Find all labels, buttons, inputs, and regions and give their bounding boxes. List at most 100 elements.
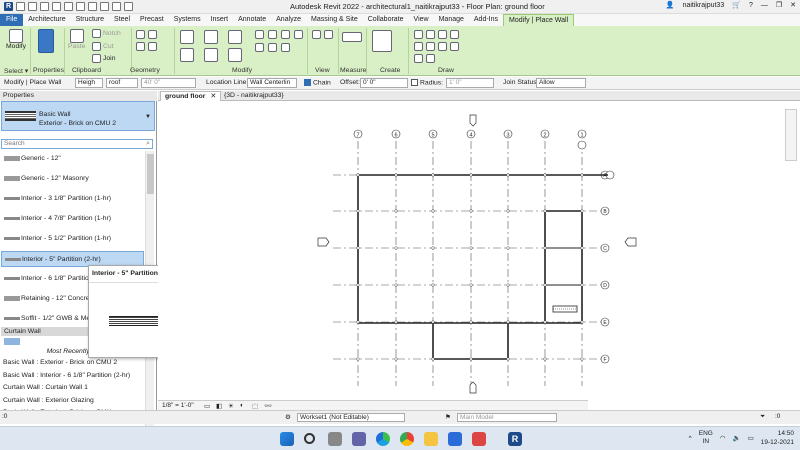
grid-intersection[interactable] [431, 209, 435, 213]
override-icon[interactable] [324, 30, 333, 39]
geometry-tool-icon[interactable] [136, 42, 145, 51]
chat-icon[interactable] [352, 432, 366, 446]
offset-icon[interactable] [204, 30, 218, 44]
grid-intersection[interactable] [469, 357, 473, 361]
grid-intersection[interactable] [431, 246, 435, 250]
redo-icon[interactable] [64, 2, 73, 11]
type-selector[interactable]: Basic Wall Exterior - Brick on CMU 2 ▼ [1, 101, 155, 131]
grid-intersection[interactable] [394, 209, 398, 213]
split-icon[interactable] [268, 30, 277, 39]
mru-item[interactable]: Basic Wall : Exterior - Brick on CMU 2 [3, 359, 117, 366]
drawing-canvas[interactable]: 7654321ABCDEF [158, 101, 800, 399]
type-list-item[interactable]: Generic - 12" Masonry [1, 171, 144, 187]
grid-intersection[interactable] [580, 209, 584, 213]
grid-intersection[interactable] [394, 246, 398, 250]
grid-label[interactable]: D [603, 283, 607, 289]
elevation-marker-north[interactable] [469, 114, 477, 127]
polygon-icon[interactable] [438, 30, 447, 39]
geometry-tool-icon[interactable] [148, 30, 157, 39]
chain-checkbox[interactable]: Chain [304, 79, 331, 86]
line-icon[interactable] [414, 30, 423, 39]
panel-select[interactable]: Select ▾ [4, 67, 28, 75]
radius-checkbox[interactable]: Radius: [411, 79, 443, 86]
ribbon-tab[interactable]: Annotate [233, 14, 271, 26]
cart-icon[interactable]: 🛒 [732, 1, 741, 9]
location-line-select[interactable]: Wall Centerlin [247, 78, 297, 88]
app-icon[interactable] [472, 432, 486, 446]
grid-intersection[interactable] [469, 320, 473, 324]
arc-icon[interactable] [426, 42, 435, 51]
grid-intersection[interactable] [431, 173, 435, 177]
ribbon-tab[interactable]: File [0, 14, 24, 26]
ribbon-tab[interactable]: Manage [434, 14, 469, 26]
ribbon-tab[interactable]: Precast [135, 14, 169, 26]
user-icon[interactable]: 👤 [666, 1, 675, 9]
join-button[interactable]: Join [92, 54, 115, 63]
wall[interactable] [432, 323, 509, 360]
sun-path-icon[interactable]: ☀ [228, 402, 234, 410]
elevation-marker-east[interactable] [624, 237, 637, 247]
grid-intersection[interactable] [469, 173, 473, 177]
grid-intersection[interactable] [356, 246, 360, 250]
grid-intersection[interactable] [394, 173, 398, 177]
grid-label[interactable]: C [603, 246, 607, 252]
grid-intersection[interactable] [431, 357, 435, 361]
grid-intersection[interactable] [469, 283, 473, 287]
maximize-icon[interactable]: ❐ [776, 1, 782, 9]
grid-intersection[interactable] [580, 246, 584, 250]
grid-intersection[interactable] [356, 283, 360, 287]
pin-icon[interactable] [255, 43, 264, 52]
file-explorer-icon[interactable] [424, 432, 438, 446]
grid-intersection[interactable] [580, 283, 584, 287]
type-list-item[interactable]: Generic - 12" [1, 151, 144, 167]
grid-intersection[interactable] [356, 173, 360, 177]
ribbon-tab[interactable]: Structure [71, 14, 109, 26]
join-status-select[interactable]: Allow [536, 78, 586, 88]
dropdown-arrow-icon[interactable]: ▼ [145, 114, 151, 120]
grid-intersection[interactable] [394, 320, 398, 324]
design-options-icon[interactable]: ⚑ [445, 413, 451, 421]
unpin-icon[interactable] [268, 43, 277, 52]
mru-item[interactable]: Basic Wall : Interior - 6 1/8" Partition… [3, 372, 130, 379]
user-name[interactable]: naitikrajput33 [683, 2, 725, 9]
ribbon-tab[interactable]: View [409, 14, 434, 26]
chrome-icon[interactable] [400, 432, 414, 446]
ribbon-tab[interactable]: Architecture [23, 14, 70, 26]
type-list-item[interactable]: Interior - 3 1/8" Partition (1-hr) [1, 191, 144, 207]
scroll-thumb[interactable] [147, 154, 154, 194]
radius-field[interactable]: 1' 0" [446, 78, 494, 88]
grid-label[interactable]: 1 [580, 133, 583, 139]
volume-icon[interactable]: 🔈 [733, 434, 741, 442]
paste-button[interactable]: Paste [68, 29, 85, 50]
delete-icon[interactable] [281, 43, 290, 52]
grid-label[interactable]: 3 [506, 133, 509, 139]
type-list-item[interactable]: Interior - 4 7/8" Partition (1-hr) [1, 211, 144, 227]
height-level-select[interactable]: roof [106, 78, 138, 88]
ribbon-tab[interactable]: Modify | Place Wall [503, 14, 575, 26]
ribbon-tab[interactable]: Analyze [271, 14, 306, 26]
grid-label[interactable]: 5 [431, 133, 434, 139]
grid-intersection[interactable] [431, 320, 435, 324]
array-icon[interactable] [281, 30, 290, 39]
measure-icon[interactable] [342, 32, 362, 42]
ribbon-tab[interactable]: Add-Ins [469, 14, 503, 26]
grid-intersection[interactable] [506, 209, 510, 213]
arc-icon[interactable] [414, 42, 423, 51]
height-offset-field[interactable]: 40' 0" [141, 78, 196, 88]
grid-intersection[interactable] [506, 357, 510, 361]
open-icon[interactable] [16, 2, 25, 11]
close-tab-icon[interactable]: ✕ [210, 93, 216, 100]
3d-view-icon[interactable] [124, 2, 133, 11]
hide-isolate-icon[interactable]: 👓 [264, 402, 272, 410]
grid-label[interactable]: F [603, 357, 606, 363]
trim-icon[interactable] [255, 30, 264, 39]
arc-icon[interactable] [438, 42, 447, 51]
detail-level-icon[interactable]: ▭ [204, 402, 210, 410]
filter-icon[interactable]: ⏷ [760, 413, 765, 421]
undo-icon[interactable] [52, 2, 61, 11]
ribbon-tab[interactable]: Massing & Site [306, 14, 363, 26]
notch-button[interactable]: Notch [92, 29, 121, 38]
ribbon-tab[interactable]: Insert [206, 14, 234, 26]
tag-icon[interactable] [100, 2, 109, 11]
clock[interactable]: 14:50 19-12-2021 [761, 429, 794, 447]
